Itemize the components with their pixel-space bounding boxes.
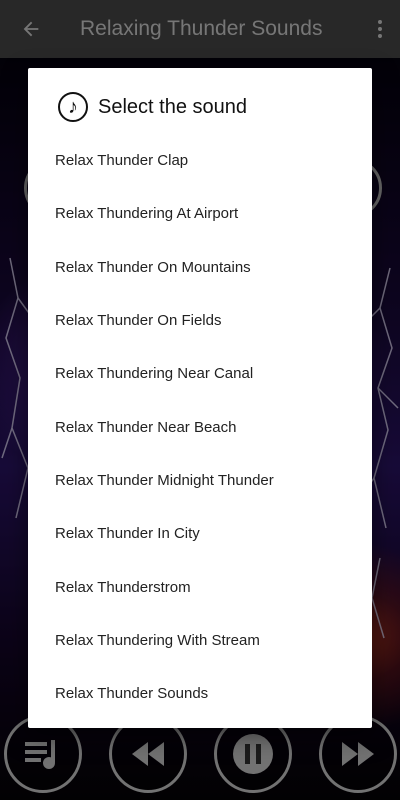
sound-item-thunderstrom[interactable]: Relax Thunderstrom (28, 560, 372, 613)
sound-item-thunder-clap[interactable]: Relax Thunder Clap (28, 134, 372, 187)
music-note-icon: ♪ (58, 92, 88, 122)
sound-item-mountains[interactable]: Relax Thunder On Mountains (28, 241, 372, 294)
sound-item-thunder-sounds[interactable]: Relax Thunder Sounds (28, 667, 372, 720)
dialog-title: Select the sound (98, 95, 247, 118)
sound-item-canal[interactable]: Relax Thundering Near Canal (28, 347, 372, 400)
sound-item-stream[interactable]: Relax Thundering With Stream (28, 614, 372, 667)
sound-item-airport[interactable]: Relax Thundering At Airport (28, 187, 372, 240)
sound-list: Relax Thunder Clap Relax Thundering At A… (28, 134, 372, 720)
sound-item-fields[interactable]: Relax Thunder On Fields (28, 294, 372, 347)
sound-item-beach[interactable]: Relax Thunder Near Beach (28, 400, 372, 453)
sound-item-city[interactable]: Relax Thunder In City (28, 507, 372, 560)
select-sound-dialog: ♪ Select the sound Relax Thunder Clap Re… (28, 68, 372, 728)
sound-item-midnight[interactable]: Relax Thunder Midnight Thunder (28, 454, 372, 507)
